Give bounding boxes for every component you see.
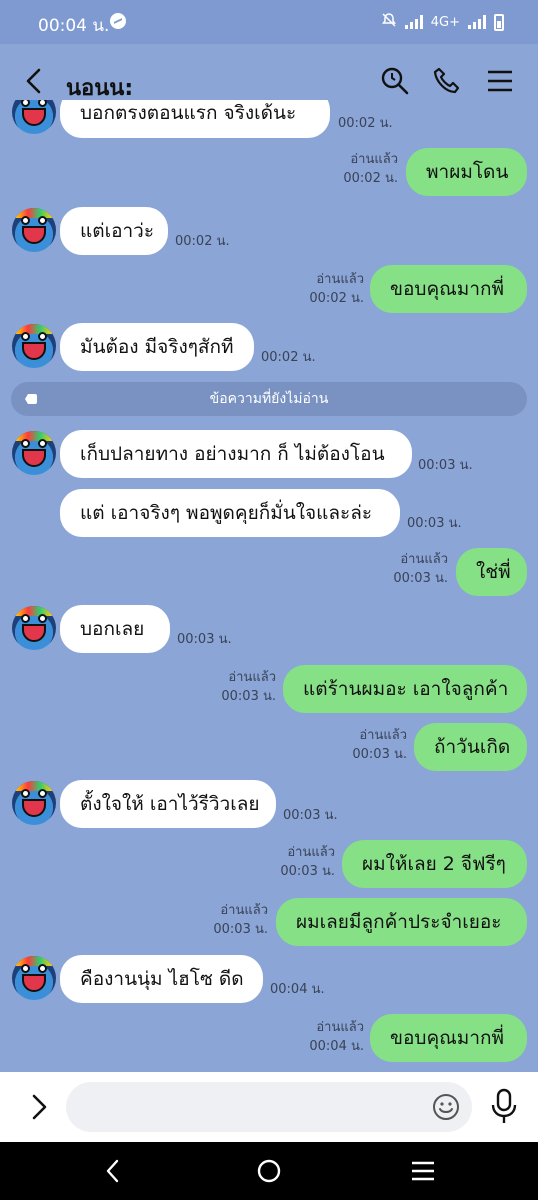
message-bubble-outgoing[interactable]: ผมให้เลย 2 จีฟรีๆ <box>342 840 527 888</box>
message-meta: อ่านแล้ว 00:03 น. <box>213 901 268 939</box>
message-time: 00:03 น. <box>283 808 338 823</box>
message-time: 00:04 น. <box>270 982 325 997</box>
contact-avatar[interactable] <box>12 208 56 252</box>
message-meta: อ่านแล้ว 00:03 น. <box>221 668 276 706</box>
message-meta: อ่านแล้ว 00:04 น. <box>309 1018 364 1056</box>
message-bubble-incoming[interactable]: เก็บปลายทาง อย่างมาก ก็ ไม่ต้องโอน <box>60 430 412 478</box>
read-receipt: อ่านแล้ว <box>350 152 398 167</box>
status-bar: 00:04 น. 4G+ <box>0 0 538 44</box>
contact-avatar[interactable] <box>12 606 56 650</box>
message-time: 00:02 น. <box>338 116 393 131</box>
message-bubble-outgoing[interactable]: ถ้าวันเกิด <box>414 723 527 771</box>
message-time: 00:02 น. <box>309 291 364 306</box>
message-time: 00:02 น. <box>343 171 398 186</box>
microphone-icon[interactable] <box>488 1088 520 1126</box>
signal-icon <box>404 15 423 29</box>
contact-avatar[interactable] <box>12 956 56 1000</box>
message-meta: อ่านแล้ว 00:03 น. <box>352 726 407 764</box>
message-time: 00:04 น. <box>309 1039 364 1054</box>
nav-recents-icon[interactable] <box>410 1158 436 1184</box>
status-time: 00:04 น. <box>38 16 110 36</box>
phone-icon[interactable] <box>432 66 462 96</box>
message-time: 00:03 น. <box>418 458 473 473</box>
message-bubble-incoming[interactable]: คืองานนุ่ม ไฮโซ ดีด <box>60 955 263 1003</box>
mute-icon <box>381 12 397 32</box>
network-type: 4G+ <box>430 14 460 30</box>
message-time: 00:03 น. <box>407 516 462 531</box>
message-bubble-outgoing[interactable]: ขอบคุณมากพี่ <box>370 265 527 313</box>
contact-avatar[interactable] <box>12 781 56 825</box>
message-bubble-outgoing[interactable]: ขอบคุณมากพี่ <box>370 1014 527 1062</box>
tag-icon <box>25 394 37 404</box>
contact-avatar[interactable] <box>12 431 56 475</box>
read-receipt: อ่านแล้ว <box>228 670 276 685</box>
message-bubble-incoming[interactable]: แต่ เอาจริงๆ พอพูดคุยก็มั่นใจและล่ะ <box>60 489 400 537</box>
message-time: 00:03 น. <box>213 922 268 937</box>
read-receipt: อ่านแล้ว <box>400 552 448 567</box>
message-bubble-incoming[interactable]: ตั้งใจให้ เอาไว้รีวิวเลย <box>60 780 276 828</box>
message-bubble-outgoing[interactable]: ใช่พี่ <box>456 548 527 596</box>
message-meta: อ่านแล้ว 00:02 น. <box>343 150 398 188</box>
message-meta: อ่านแล้ว 00:03 น. <box>393 550 448 588</box>
read-receipt: อ่านแล้ว <box>220 903 268 918</box>
message-meta: อ่านแล้ว 00:03 น. <box>280 843 335 881</box>
unread-divider-label: ข้อความที่ยังไม่อ่าน <box>209 391 329 407</box>
message-time: 00:03 น. <box>177 632 232 647</box>
signal-2-icon <box>468 15 486 29</box>
message-time: 00:03 น. <box>352 747 407 762</box>
messenger-icon <box>110 13 126 29</box>
message-bubble-incoming[interactable]: บอกเลย <box>60 605 170 653</box>
read-receipt: อ่านแล้ว <box>316 272 364 287</box>
composer-bar <box>0 1072 538 1142</box>
message-meta: อ่านแล้ว 00:02 น. <box>309 270 364 308</box>
nav-home-icon[interactable] <box>256 1158 282 1184</box>
message-bubble-outgoing[interactable]: ผมเลยมีลูกค้าประจำเยอะ <box>276 898 527 946</box>
message-time: 00:03 น. <box>221 689 276 704</box>
unread-divider: ข้อความที่ยังไม่อ่าน <box>11 382 527 416</box>
status-indicators: 4G+ <box>381 12 504 32</box>
back-icon[interactable] <box>22 68 48 94</box>
menu-icon[interactable] <box>485 66 515 96</box>
contact-avatar[interactable] <box>12 100 56 134</box>
message-bubble-outgoing[interactable]: พาผมโดน <box>406 148 527 196</box>
chevron-right-icon[interactable] <box>24 1092 54 1122</box>
message-time: 00:03 น. <box>280 864 335 879</box>
system-nav-bar <box>0 1142 538 1200</box>
emoji-icon[interactable] <box>432 1093 460 1121</box>
battery-icon <box>494 13 504 31</box>
message-input[interactable] <box>66 1082 472 1132</box>
read-receipt: อ่านแล้ว <box>316 1020 364 1035</box>
message-bubble-incoming[interactable]: แต่เอาว่ะ <box>60 207 168 255</box>
message-time: 00:03 น. <box>393 571 448 586</box>
nav-back-icon[interactable] <box>100 1158 126 1184</box>
message-time: 00:02 น. <box>175 234 230 249</box>
read-receipt: อ่านแล้ว <box>287 845 335 860</box>
message-bubble-outgoing[interactable]: แต่ร้านผมอะ เอาใจลูกค้า <box>283 665 527 713</box>
message-time: 00:02 น. <box>261 350 316 365</box>
message-bubble-incoming[interactable]: บอกตรงตอนแรก จริงเด้นะ <box>60 100 330 138</box>
message-bubble-incoming[interactable]: มันต้อง มีจริงๆสักที <box>60 323 254 371</box>
search-clock-icon[interactable] <box>380 66 410 96</box>
contact-avatar[interactable] <box>12 324 56 368</box>
message-list[interactable]: บอกตรงตอนแรก จริงเด้นะ 00:02 น. อ่านแล้ว… <box>0 100 538 1072</box>
read-receipt: อ่านแล้ว <box>359 728 407 743</box>
